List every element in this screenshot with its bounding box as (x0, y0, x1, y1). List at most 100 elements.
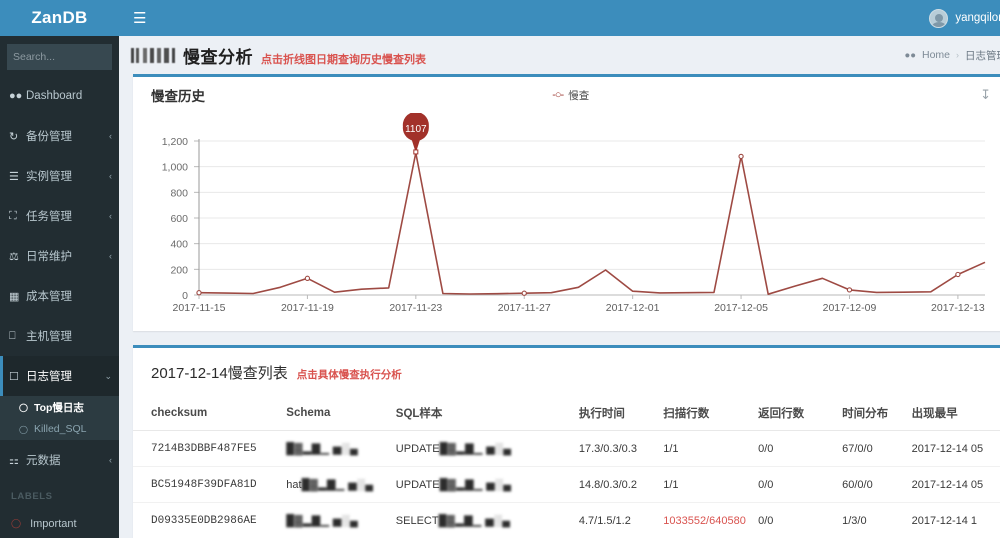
sidebar-item-dashboard[interactable]: ●● Dashboard (0, 76, 119, 116)
slow-query-table: checksum Schema SQL样本 执行时间 扫描行数 返回行数 时间分… (133, 392, 1000, 538)
circle-o-icon: ◯ (11, 518, 22, 528)
sidebar-menu: ●● Dashboard ↻ 备份管理 ‹ ☰ 实例管理 ‹ ⛶ 任务管理 ‹ … (0, 76, 119, 480)
svg-text:2017-11-15: 2017-11-15 (173, 302, 226, 314)
page-title-hint: 点击折线图日期查询历史慢查列表 (261, 53, 426, 66)
sidebar-item-instance[interactable]: ☰ 实例管理 ‹ (0, 156, 119, 196)
sidebar-item-backup[interactable]: ↻ 备份管理 ‹ (0, 116, 119, 156)
sidebar-item-killed-sql[interactable]: ◯ Killed_SQL (0, 418, 119, 440)
cell-checksum: 7214B3DBBF487FE5 (133, 430, 283, 467)
sidebar-item-cost[interactable]: ▦ 成本管理 (0, 276, 119, 316)
sidebar-search: 🔍 (0, 36, 119, 76)
chevron-down-icon: ⌄ (104, 370, 112, 381)
column-header-exec-time[interactable]: 执行时间 (575, 392, 659, 431)
column-header-first-seen[interactable]: 出现最早 (908, 392, 1000, 431)
chart-canvas[interactable]: 0 200 400 600 800 1,000 1,200 2017-11-15 2017-11… (133, 113, 1000, 331)
search-box[interactable]: 🔍 (7, 44, 119, 70)
line-chart[interactable]: 0 200 400 600 800 1,000 1,200 2017-11-15 2017-11… (141, 113, 993, 321)
chevron-left-icon: ‹ (109, 131, 112, 141)
topbar: ☰ yangqilong (119, 0, 1000, 36)
search-input[interactable] (13, 51, 119, 63)
cell-return-rows: 0/0 (754, 502, 839, 538)
sidebar-item-label: 任务管理 (26, 211, 72, 223)
file-icon: ☐ (9, 370, 19, 383)
sidebar-label-text: Important (30, 517, 77, 530)
cell-sql-sample: UPDATE █▓▂▇▁ ▅░▄ (391, 466, 575, 503)
column-header-schema[interactable]: Schema (282, 392, 392, 431)
sidebar-item-label: Dashboard (26, 90, 83, 102)
breadcrumb-current: 日志管理 (965, 49, 1000, 62)
sidebar-item-top-slow-log[interactable]: ◯ Top慢日志 (0, 396, 119, 418)
content-header: 慢查分析 点击折线图日期查询历史慢查列表 ●● Home › 日志管理 (119, 36, 1000, 74)
table-title-hint: 点击具体慢查执行分析 (296, 369, 402, 381)
table-row[interactable]: 7214B3DBBF487FE5 █▓▂▇▁ ▅░▄ UPDATE █▓▂▇▁ ▅… (133, 430, 1000, 467)
sidebar-item-log[interactable]: ☐ 日志管理 ⌄ ◯ Top慢日志 ◯ Killed_SQL (0, 356, 119, 440)
content-body: 慢查历史 -○- 慢查 ↧ 0 200 400 600 800 1,000 1,200 201… (119, 74, 1000, 538)
app-root: ZanDB 🔍 ●● Dashboard ↻ 备份管理 ‹ (0, 0, 1000, 538)
cell-exec-time: 4.7/1.5/1.2 (574, 502, 660, 538)
download-icon[interactable]: ↧ (980, 87, 991, 103)
svg-text:2017-12-13: 2017-12-13 (931, 302, 985, 314)
topbar-user-menu[interactable]: yangqilong (929, 8, 1000, 28)
cell-schema: █▓▂▇▁ ▅░▄ (282, 430, 392, 467)
table-header-row: checksum Schema SQL样本 执行时间 扫描行数 返回行数 时间分… (133, 392, 1000, 431)
table-row[interactable]: BC51948F39DFA81D hat █▓▂▇▁ ▅░▄ UPDATE █▓▂▇… (133, 466, 1000, 503)
sidebar-item-host[interactable]: ⎕ 主机管理 (0, 316, 119, 356)
chevron-left-icon: ‹ (109, 251, 112, 261)
cell-first-seen: 2017-12-14 05 (907, 466, 1000, 503)
svg-text:2017-12-09: 2017-12-09 (823, 302, 877, 314)
svg-text:800: 800 (170, 187, 188, 199)
column-header-time-dist[interactable]: 时间分布 (838, 392, 907, 431)
cell-time-dist: 60/0/0 (838, 466, 908, 503)
chart-legend[interactable]: -○- 慢查 (552, 88, 589, 103)
table-panel: 2017-12-14慢查列表 点击具体慢查执行分析 checksum Schem… (133, 345, 1000, 538)
column-header-sql-sample[interactable]: SQL样本 (392, 392, 575, 431)
wrench-icon: ⚖ (9, 250, 19, 263)
svg-text:400: 400 (170, 239, 188, 251)
cell-first-seen: 2017-12-14 1 (907, 502, 1000, 538)
cell-checksum: BC51948F39DFA81D (133, 466, 283, 503)
cell-sql-sample: SELECT █▓▂▇▁ ▅░▄ (391, 502, 575, 538)
chevron-left-icon: ‹ (109, 211, 112, 221)
sidebar-item-label: 主机管理 (26, 331, 72, 343)
column-header-checksum[interactable]: checksum (133, 392, 282, 431)
page-title: 慢查分析 (183, 47, 253, 67)
chevron-left-icon: ‹ (109, 455, 112, 465)
sidebar-item-label: 实例管理 (26, 171, 72, 183)
cell-sql-sample: UPDATE █▓▂▇▁ ▅░▄ (391, 430, 575, 467)
sidebar-item-maintenance[interactable]: ⚖ 日常维护 ‹ (0, 236, 119, 276)
table-row[interactable]: D09335E0DB2986AE █▓▂▇▁ ▅░▄ SELECT █▓▂▇▁ ▅… (133, 502, 1000, 538)
desktop-icon: ⎕ (9, 329, 16, 342)
circle-icon: ◯ (19, 424, 28, 434)
table-body: 7214B3DBBF487FE5 █▓▂▇▁ ▅░▄ UPDATE █▓▂▇▁ ▅… (133, 430, 1000, 538)
sidebar-label-important[interactable]: ◯ Important (0, 508, 119, 538)
table-panel-header: 2017-12-14慢查列表 点击具体慢查执行分析 (133, 348, 1000, 392)
chart-title: 慢查历史 (151, 89, 205, 104)
sidebar-item-label: 日志管理 (26, 371, 72, 383)
cell-exec-time: 17.3/0.3/0.3 (574, 430, 660, 467)
sidebar-item-metadata[interactable]: ⚏ 元数据 ‹ (0, 440, 119, 480)
table-head: checksum Schema SQL样本 执行时间 扫描行数 返回行数 时间分… (133, 392, 1000, 431)
breadcrumb: ●● Home › 日志管理 (905, 48, 1000, 63)
brand-logo[interactable]: ZanDB (0, 0, 119, 36)
breadcrumb-home[interactable]: Home (922, 49, 950, 61)
sidebar-item-task[interactable]: ⛶ 任务管理 ‹ (0, 196, 119, 236)
chart-annotation-pin[interactable]: 1107 (402, 113, 429, 155)
chevron-left-icon: ‹ (109, 171, 112, 181)
column-header-scan-rows[interactable]: 扫描行数 (659, 392, 754, 431)
column-header-return-rows[interactable]: 返回行数 (754, 392, 838, 431)
hamburger-icon[interactable]: ☰ (133, 11, 146, 26)
sidebar-submenu-log: ◯ Top慢日志 ◯ Killed_SQL (0, 396, 119, 440)
cell-schema: █▓▂▇▁ ▅░▄ (282, 502, 392, 538)
svg-text:1,200: 1,200 (162, 136, 188, 148)
svg-text:1,000: 1,000 (162, 162, 188, 174)
sidebar-item-label: 备份管理 (26, 131, 72, 143)
cell-time-dist: 1/3/0 (838, 502, 908, 538)
cell-exec-time: 14.8/0.3/0.2 (574, 466, 660, 503)
sidebar: ZanDB 🔍 ●● Dashboard ↻ 备份管理 ‹ (0, 0, 119, 538)
table-title: 2017-12-14慢查列表 (151, 365, 288, 382)
chart-panel: 慢查历史 -○- 慢查 ↧ 0 200 400 600 800 1,000 1,200 201… (133, 74, 1000, 331)
svg-text:0: 0 (182, 290, 188, 302)
credit-card-icon: ▦ (9, 290, 20, 303)
svg-text:2017-12-01: 2017-12-01 (606, 302, 660, 314)
cube-icon: ⚏ (9, 454, 19, 467)
